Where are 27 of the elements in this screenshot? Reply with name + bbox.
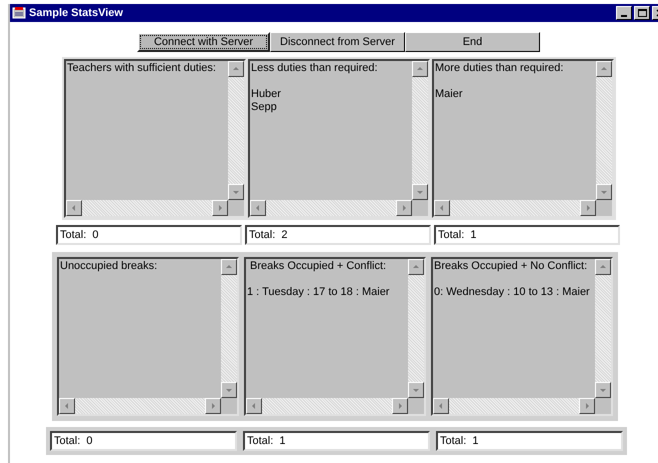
- text-area[interactable]: Breaks Occupied + No Conflict: 0: Wednesday : 10 to 13 : Maier: [431, 257, 613, 416]
- list-item: 0: Wednesday : 10 to 13 : Maier: [434, 286, 591, 299]
- total-field[interactable]: Total: 0: [50, 431, 237, 451]
- total-field[interactable]: Total: 2: [245, 225, 431, 245]
- text-area[interactable]: Breaks Occupied + Conflict: 1 : Tuesday : 17 to 18 : Maier: [244, 257, 426, 416]
- toolbar-button[interactable]: End: [405, 32, 540, 52]
- list-item: Maier: [435, 88, 464, 101]
- list-title: Breaks Occupied + No Conflict:: [434, 260, 588, 273]
- total-field[interactable]: Total: 1: [436, 431, 623, 451]
- text-area[interactable]: More duties than required: Maier: [432, 59, 614, 218]
- toolbar-button[interactable]: Disconnect from Server: [270, 32, 405, 52]
- list-title: Unoccupied breaks:: [60, 260, 158, 273]
- text-area[interactable]: Teachers with sufficient duties:: [64, 59, 246, 218]
- list-item: Huber: [251, 88, 282, 101]
- list-title: More duties than required:: [435, 62, 564, 75]
- window-title: Sample StatsView: [29, 6, 124, 21]
- list-item: 1 : Tuesday : 17 to 18 : Maier: [247, 286, 390, 299]
- text-area[interactable]: Unoccupied breaks:: [57, 257, 239, 416]
- list-item: Sepp: [251, 101, 278, 114]
- list-title: Breaks Occupied + Conflict:: [249, 260, 388, 273]
- total-field[interactable]: Total: 1: [243, 431, 430, 451]
- toolbar-button[interactable]: Connect with Server: [137, 32, 270, 52]
- total-field[interactable]: Total: 0: [56, 225, 242, 245]
- total-field[interactable]: Total: 1: [434, 225, 620, 245]
- list-title: Less duties than required:: [251, 62, 379, 75]
- text-area[interactable]: Less duties than required: Huber Sepp: [248, 59, 430, 218]
- list-title: Teachers with sufficient duties:: [67, 62, 217, 75]
